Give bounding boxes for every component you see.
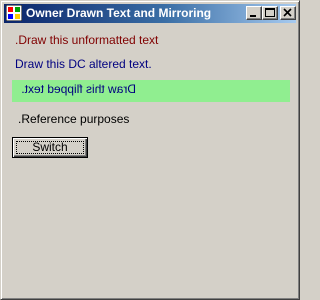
switch-button-label: Switch [32,140,68,154]
maximize-button[interactable] [262,6,278,20]
title-bar[interactable]: Owner Drawn Text and Mirroring [4,4,296,23]
switch-button[interactable]: Switch [12,137,88,158]
reference-text-label: .Reference purposes [18,112,130,126]
minimize-button[interactable] [246,6,262,20]
maximize-icon [265,8,275,17]
unformatted-text-label: .Draw this unformatted text [15,33,159,47]
window-title: Owner Drawn Text and Mirroring [26,6,212,20]
close-button[interactable] [280,6,296,20]
dc-altered-text-label: Draw this DC altered text. [15,57,152,71]
close-icon [283,8,292,17]
flipped-text-label: Draw this flipped text. [21,82,136,96]
minimize-icon [250,15,256,17]
flipped-text-panel: Draw this flipped text. [12,80,290,102]
main-window: Owner Drawn Text and Mirroring .Draw thi… [0,0,300,300]
app-icon[interactable] [5,4,23,22]
